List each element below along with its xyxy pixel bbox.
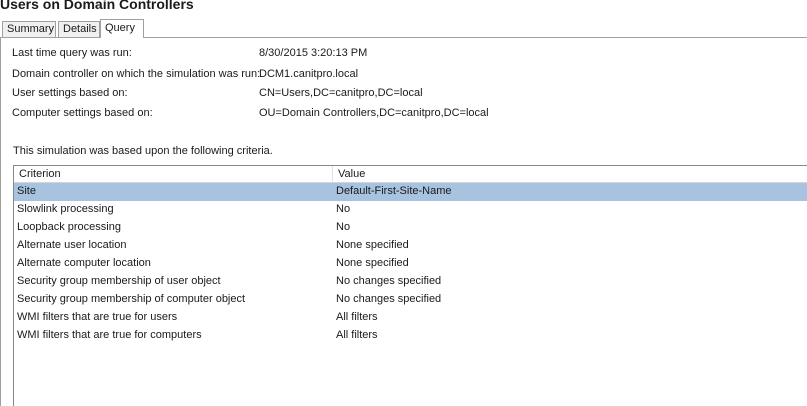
table-body: Site Default-First-Site-Name Slowlink proc… [14,183,807,345]
user-settings-value: CN=Users,DC=canitpro,DC=local [259,87,423,99]
value-cell: No [336,221,351,233]
value-cell: All filters [336,311,378,323]
criterion-cell: Slowlink processing [17,203,114,215]
domain-controller-value: DCM1.canitpro.local [259,68,359,80]
criterion-cell: WMI filters that are true for computers [17,329,202,341]
tab-summary[interactable]: Summary [2,21,56,37]
column-header-value[interactable]: Value [333,166,807,182]
criteria-intro-text: This simulation was based upon the follo… [13,145,273,157]
criterion-cell: Security group membership of user object [17,275,221,287]
last-query-value: 8/30/2015 3:20:13 PM [259,47,368,59]
criterion-cell: Loopback processing [17,221,121,233]
value-cell: Default-First-Site-Name [336,185,452,197]
value-cell: None specified [336,239,409,251]
table-row[interactable]: Loopback processing No [14,219,807,237]
criterion-cell: Site [17,185,36,197]
last-query-label: Last time query was run: [12,47,132,59]
criterion-cell: Security group membership of computer ob… [17,293,246,305]
value-cell: All filters [336,329,378,341]
table-row[interactable]: Security group membership of computer ob… [14,291,807,309]
value-cell: No changes specified [336,293,442,305]
table-row[interactable]: WMI filters that are true for users All f… [14,309,807,327]
page-title: Users on Domain Controllers [0,0,194,12]
table-row[interactable]: Alternate computer location None specifie… [14,255,807,273]
table-row[interactable]: Security group membership of user object… [14,273,807,291]
criterion-cell: Alternate computer location [17,257,151,269]
value-cell: No [336,203,351,215]
computer-settings-value: OU=Domain Controllers,DC=canitpro,DC=loc… [259,107,489,119]
table-row[interactable]: Alternate user location None specified [14,237,807,255]
criteria-table[interactable]: Criterion Value Site Default-First-Site-N… [13,165,807,406]
table-header: Criterion Value [14,166,807,183]
table-row[interactable]: Slowlink processing No [14,201,807,219]
column-header-criterion[interactable]: Criterion [14,166,333,182]
gpo-results-pane: Users on Domain Controllers Summary Deta… [0,0,807,406]
criterion-cell: WMI filters that are true for users [17,311,178,323]
tab-details[interactable]: Details [58,21,100,37]
query-tab-panel: Last time query was run: 8/30/2015 3:20:… [0,37,807,406]
table-row[interactable]: Site Default-First-Site-Name [14,183,807,201]
user-settings-label: User settings based on: [12,87,128,99]
value-cell: None specified [336,257,409,269]
table-row[interactable]: WMI filters that are true for computers A… [14,327,807,345]
tab-query[interactable]: Query [100,19,144,38]
criterion-cell: Alternate user location [17,239,127,251]
value-cell: No changes specified [336,275,442,287]
domain-controller-label: Domain controller on which the simulatio… [12,68,261,80]
computer-settings-label: Computer settings based on: [12,107,153,119]
